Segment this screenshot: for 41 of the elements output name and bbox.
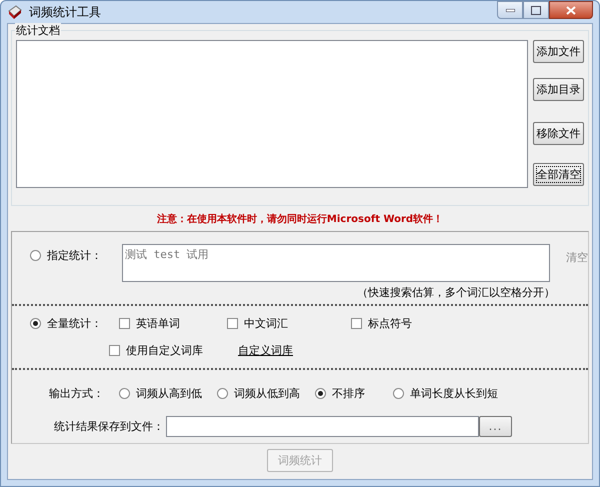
checkbox[interactable]	[227, 318, 238, 328]
option-label: 不排序	[332, 386, 365, 400]
action-button[interactable]: 移除文件	[532, 122, 584, 145]
close-button[interactable]	[549, 1, 593, 19]
save-label: 统计结果保存到文件：	[54, 419, 164, 434]
radio-button[interactable]	[393, 388, 404, 398]
app-icon	[7, 4, 23, 20]
radio-button[interactable]	[30, 318, 41, 328]
minimize-icon	[506, 8, 514, 12]
group-label: 统计文档	[15, 23, 61, 38]
hint-text: （快速搜索估算，多个词汇以空格分开）	[356, 285, 556, 300]
option-label: 词频从低到高	[234, 386, 300, 400]
keywords-field[interactable]: 测试 test 试用	[122, 244, 550, 282]
warning-text: 注意：在使用本软件时，请勿同时运行Microsoft Word软件！	[156, 212, 444, 226]
checkbox[interactable]	[119, 318, 130, 328]
option-label: 全量统计：	[47, 316, 102, 330]
browse-button[interactable]: ...	[479, 416, 512, 437]
radio-button[interactable]	[315, 388, 326, 398]
action-button[interactable]: 添加目录	[532, 78, 584, 101]
checkbox-label: 英语单词	[136, 316, 180, 330]
custom-library-link[interactable]: 自定义词库	[238, 342, 293, 358]
option-label: 词频从高到低	[136, 386, 202, 400]
window-title: 词频统计工具	[29, 4, 101, 20]
maximize-icon	[531, 6, 541, 14]
minimize-button[interactable]	[497, 1, 523, 19]
radio-button[interactable]	[119, 388, 130, 398]
checkbox[interactable]	[351, 318, 362, 328]
radio-button[interactable]	[30, 250, 41, 261]
maximize-button[interactable]	[523, 1, 549, 19]
output-label: 输出方式：	[49, 386, 104, 400]
action-button[interactable]: 全部清空	[532, 163, 584, 186]
option-label: 指定统计：	[47, 248, 102, 263]
save-path-field[interactable]	[166, 416, 479, 437]
checkbox-label: 使用自定义词库	[126, 342, 203, 358]
checkbox-label: 标点符号	[368, 316, 412, 330]
checkbox-label: 中文词汇	[244, 316, 288, 330]
option-label: 单词长度从长到短	[410, 386, 498, 400]
checkbox[interactable]	[109, 344, 120, 356]
radio-button[interactable]	[217, 388, 228, 398]
close-icon	[566, 6, 576, 14]
action-button[interactable]: 添加文件	[532, 40, 584, 63]
